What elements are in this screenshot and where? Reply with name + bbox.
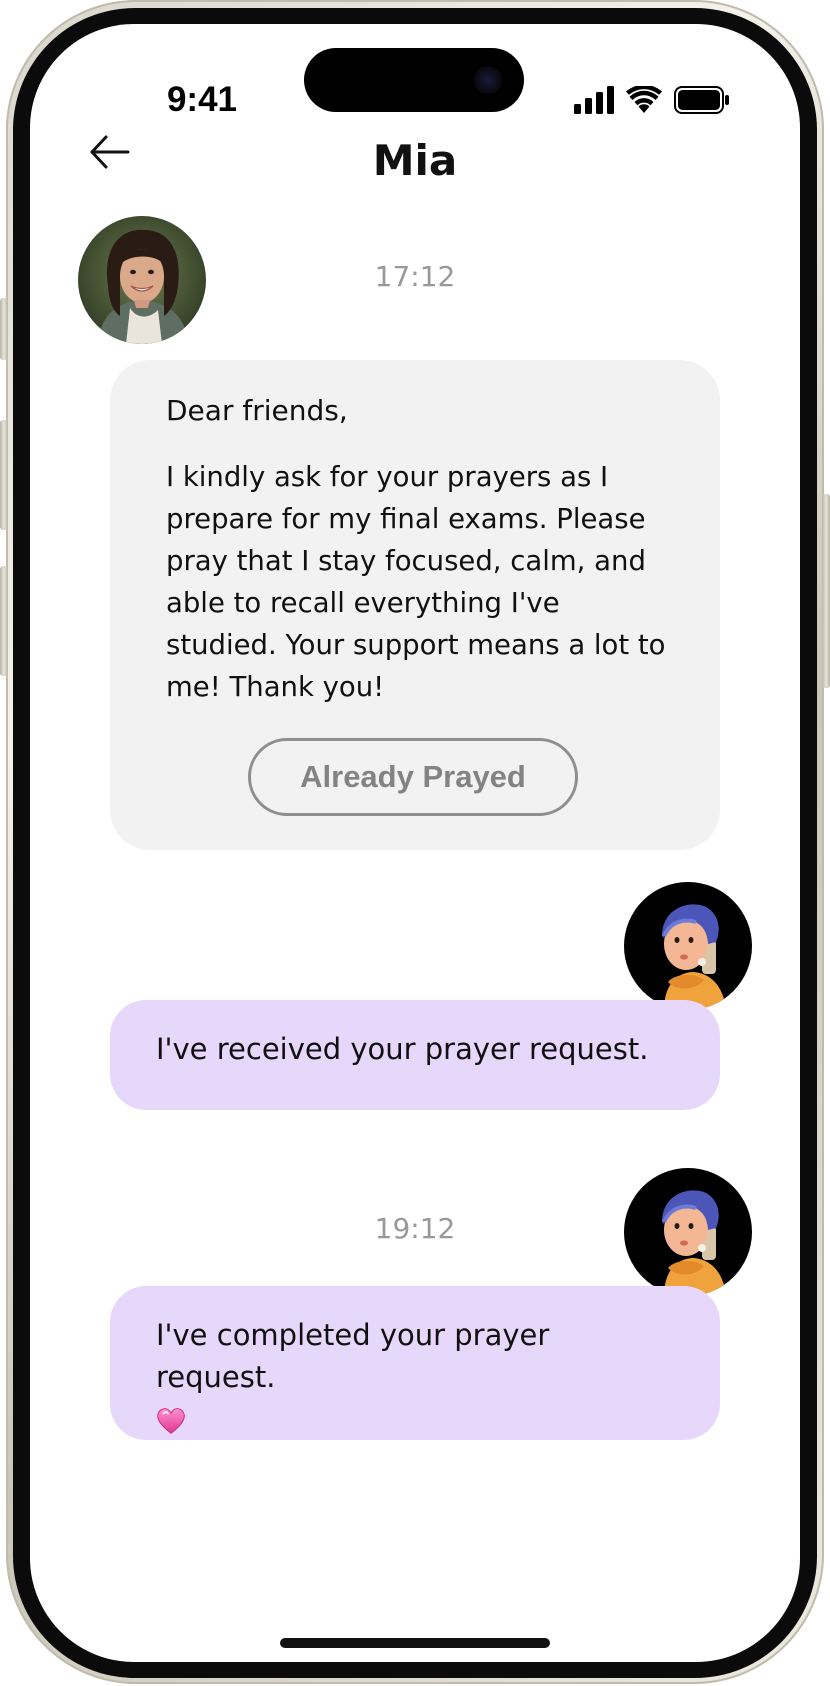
avatar-me[interactable] (624, 882, 752, 1010)
already-prayed-button[interactable]: Already Prayed (248, 738, 578, 816)
volume-down-button (0, 566, 8, 676)
outgoing-message-bubble: I've completed your prayer request. (110, 1286, 720, 1440)
avatar-illustration (624, 1168, 752, 1296)
volume-up-button (0, 420, 8, 530)
camera-icon (474, 66, 502, 94)
message-timestamp: 17:12 (374, 260, 456, 293)
status-icons (574, 84, 730, 116)
outgoing-message-text: I've completed your prayer request. (156, 1318, 550, 1394)
wifi-icon (626, 86, 662, 113)
outgoing-message-text: I've received your prayer request. (156, 1032, 649, 1066)
page-title: Mia (372, 136, 458, 185)
home-indicator[interactable] (280, 1638, 550, 1648)
message-greeting: Dear friends, (166, 394, 348, 427)
signal-icon (574, 86, 614, 114)
app-stage: 9:41 Mia 17:12 Dear friends, I kindly as… (0, 0, 830, 1686)
side-button (0, 298, 8, 360)
dynamic-island (304, 48, 524, 112)
outgoing-message-bubble: I've received your prayer request. (110, 1000, 720, 1110)
incoming-message-bubble: Dear friends, I kindly ask for your pray… (110, 360, 720, 850)
avatar-illustration (624, 882, 752, 1010)
status-time: 9:41 (166, 80, 238, 119)
power-button (822, 494, 830, 688)
message-body: I kindly ask for your prayers as I prepa… (166, 461, 666, 703)
phone-screen: 9:41 Mia 17:12 Dear friends, I kindly as… (30, 24, 800, 1662)
avatar-me[interactable] (624, 1168, 752, 1296)
battery-icon (674, 86, 729, 114)
pink-heart-icon (157, 1408, 185, 1434)
